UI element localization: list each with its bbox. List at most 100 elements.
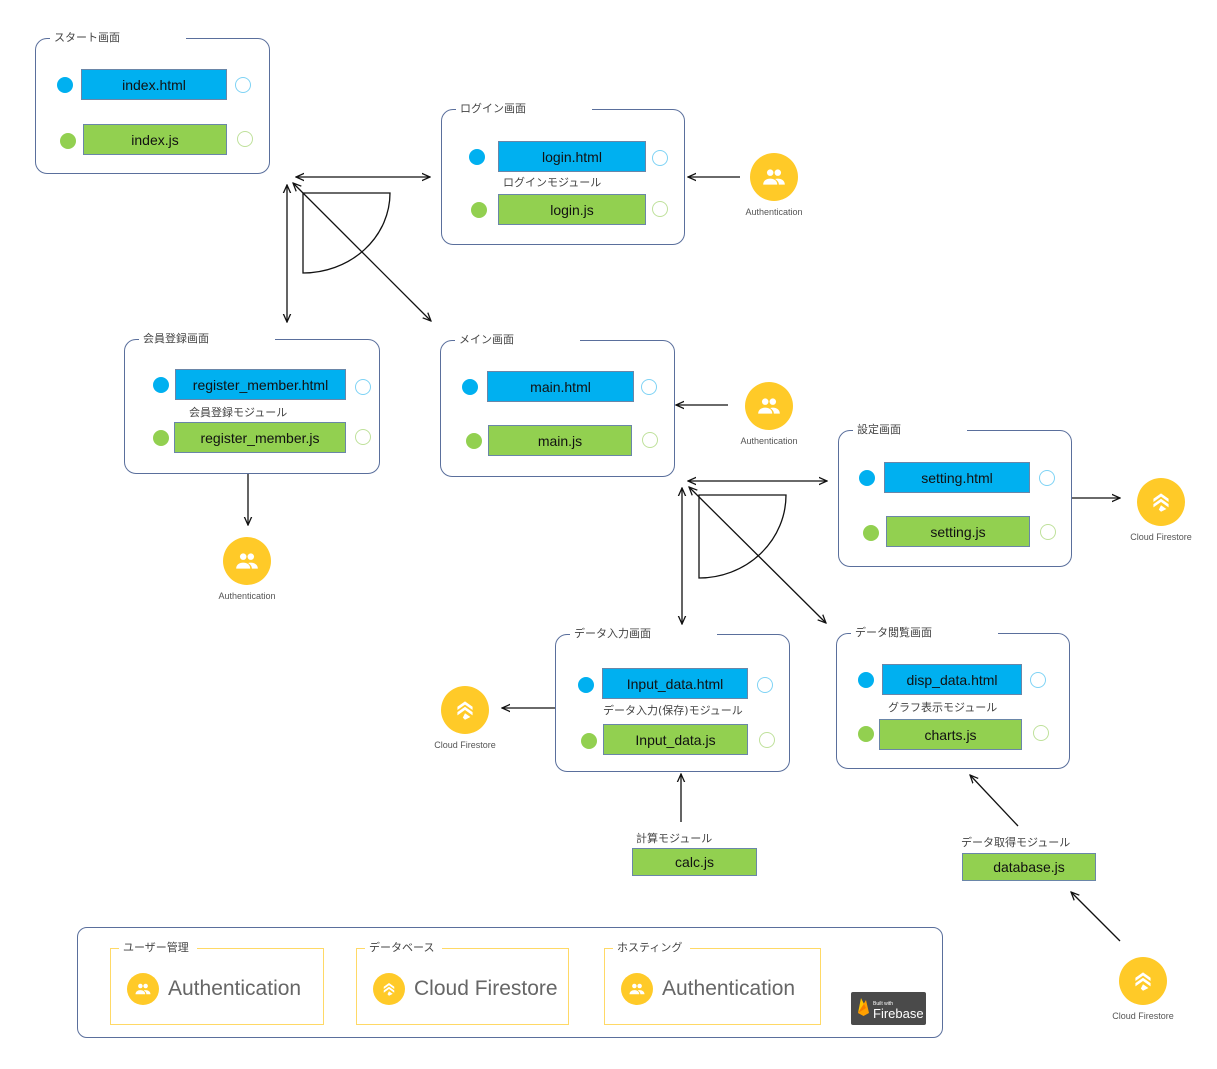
input-port-dot: [581, 733, 597, 749]
input-port-dot: [859, 470, 875, 486]
login-screen: ログイン画面 login.html ログインモジュール login.js: [441, 101, 685, 245]
output-port-dot: [355, 429, 371, 445]
input-port-dot: [60, 133, 76, 149]
badge-big-text: Firebase: [873, 1005, 924, 1021]
output-port-dot: [1033, 725, 1049, 741]
firebase-flame-icon: [857, 997, 870, 1021]
firestore-service-database: Cloud Firestore: [1088, 957, 1198, 1021]
database-module-label: データ取得モジュール: [961, 836, 1071, 849]
service-label: Cloud Firestore: [434, 740, 496, 750]
arrow-database-disp: [970, 775, 1019, 827]
module-label: 会員登録モジュール: [189, 406, 288, 419]
main-screen: メイン画面 main.html main.js: [440, 332, 675, 477]
screen-title: 設定画面: [853, 422, 967, 438]
service-label: Cloud Firestore: [1130, 532, 1192, 542]
output-port-dot: [757, 677, 773, 693]
js-file-block[interactable]: setting.js: [886, 516, 1030, 547]
authentication-icon: [223, 537, 271, 585]
authentication-icon: [745, 382, 793, 430]
legend-service-name: Authentication: [168, 977, 302, 1000]
input-port-dot: [858, 672, 874, 688]
output-port-dot: [652, 201, 668, 217]
screen-title: ログイン画面: [456, 101, 592, 117]
screen-title: データ入力画面: [570, 626, 717, 642]
start-screen: スタート画面 index.html index.js: [35, 30, 270, 174]
authentication-icon: [750, 153, 798, 201]
legend-box-user-management: ユーザー管理 Authentication: [110, 940, 324, 1025]
module-label: データ入力(保存)モジュール: [603, 704, 743, 717]
screen-title: データ閲覧画面: [851, 625, 998, 641]
screen-title: スタート画面: [50, 30, 186, 46]
html-file-block[interactable]: login.html: [498, 141, 646, 172]
built-with-firebase-badge: Built with Firebase: [851, 992, 926, 1025]
html-file-block[interactable]: index.html: [81, 69, 227, 100]
cloud-firestore-icon: [1137, 478, 1185, 526]
js-file-block[interactable]: Input_data.js: [603, 724, 748, 755]
register-member-screen: 会員登録画面 register_member.html 会員登録モジュール re…: [124, 331, 380, 474]
output-port-dot: [1030, 672, 1046, 688]
html-file-block[interactable]: setting.html: [884, 462, 1030, 493]
service-label: Authentication: [740, 436, 798, 446]
js-file-block[interactable]: index.js: [83, 124, 227, 155]
html-file-block[interactable]: Input_data.html: [602, 668, 748, 699]
output-port-dot: [1040, 524, 1056, 540]
cloud-firestore-icon: [373, 973, 405, 1005]
legend-box-database: データベース Cloud Firestore: [356, 940, 569, 1025]
input-port-dot: [462, 379, 478, 395]
cloud-firestore-icon: [1119, 957, 1167, 1005]
html-file-block[interactable]: register_member.html: [175, 369, 346, 400]
service-label: Authentication: [745, 207, 803, 217]
legend-box-title: ホスティング: [613, 940, 691, 956]
input-port-dot: [466, 433, 482, 449]
input-port-dot: [469, 149, 485, 165]
js-file-block[interactable]: charts.js: [879, 719, 1022, 750]
html-file-block[interactable]: disp_data.html: [882, 664, 1022, 695]
output-port-dot: [235, 77, 251, 93]
input-port-dot: [858, 726, 874, 742]
js-file-block[interactable]: main.js: [488, 425, 632, 456]
setting-screen: 設定画面 setting.html setting.js: [838, 422, 1072, 567]
authentication-icon: [621, 973, 653, 1005]
output-port-dot: [355, 379, 371, 395]
authentication-icon: [127, 973, 159, 1005]
output-port-dot: [642, 432, 658, 448]
html-file-block[interactable]: main.html: [487, 371, 634, 402]
firestore-service-setting: Cloud Firestore: [1106, 478, 1216, 542]
calc-module-label: 計算モジュール: [636, 832, 713, 845]
input-port-dot: [153, 377, 169, 393]
service-label: Authentication: [218, 591, 276, 601]
authentication-service-register: Authentication: [192, 537, 302, 601]
data-view-screen: データ閲覧画面 disp_data.html グラフ表示モジュール charts…: [836, 625, 1070, 769]
authentication-service-login: Authentication: [719, 153, 829, 217]
output-port-dot: [641, 379, 657, 395]
arrow-firestore-database: [1071, 892, 1121, 942]
legend-panel: ユーザー管理 Authentication データベース Cloud Fires…: [77, 927, 943, 1038]
service-label: Cloud Firestore: [1112, 1011, 1174, 1021]
output-port-dot: [759, 732, 775, 748]
output-port-dot: [1039, 470, 1055, 486]
output-port-dot: [237, 131, 253, 147]
arrow-main-disp: [689, 487, 826, 623]
js-file-block[interactable]: register_member.js: [174, 422, 346, 453]
legend-box-title: データベース: [365, 940, 443, 956]
input-port-dot: [578, 677, 594, 693]
screen-title: メイン画面: [455, 332, 580, 348]
legend-service-name: Authentication: [662, 977, 796, 1000]
cloud-firestore-icon: [441, 686, 489, 734]
calc-js-file-block[interactable]: calc.js: [632, 848, 757, 876]
legend-box-title: ユーザー管理: [119, 940, 197, 956]
legend-service-name: Cloud Firestore: [414, 977, 558, 1000]
data-input-screen: データ入力画面 Input_data.html データ入力(保存)モジュール I…: [555, 626, 790, 772]
js-file-block[interactable]: login.js: [498, 194, 646, 225]
legend-box-hosting: ホスティング Authentication: [604, 940, 821, 1025]
input-port-dot: [471, 202, 487, 218]
input-port-dot: [153, 430, 169, 446]
authentication-service-main: Authentication: [714, 382, 824, 446]
input-port-dot: [57, 77, 73, 93]
module-label: グラフ表示モジュール: [888, 701, 998, 714]
arrow-start-main: [293, 183, 431, 321]
database-js-file-block[interactable]: database.js: [962, 853, 1096, 881]
screen-title: 会員登録画面: [139, 331, 275, 347]
branch-quarter-shape-2: [698, 494, 787, 579]
module-label: ログインモジュール: [503, 176, 602, 189]
